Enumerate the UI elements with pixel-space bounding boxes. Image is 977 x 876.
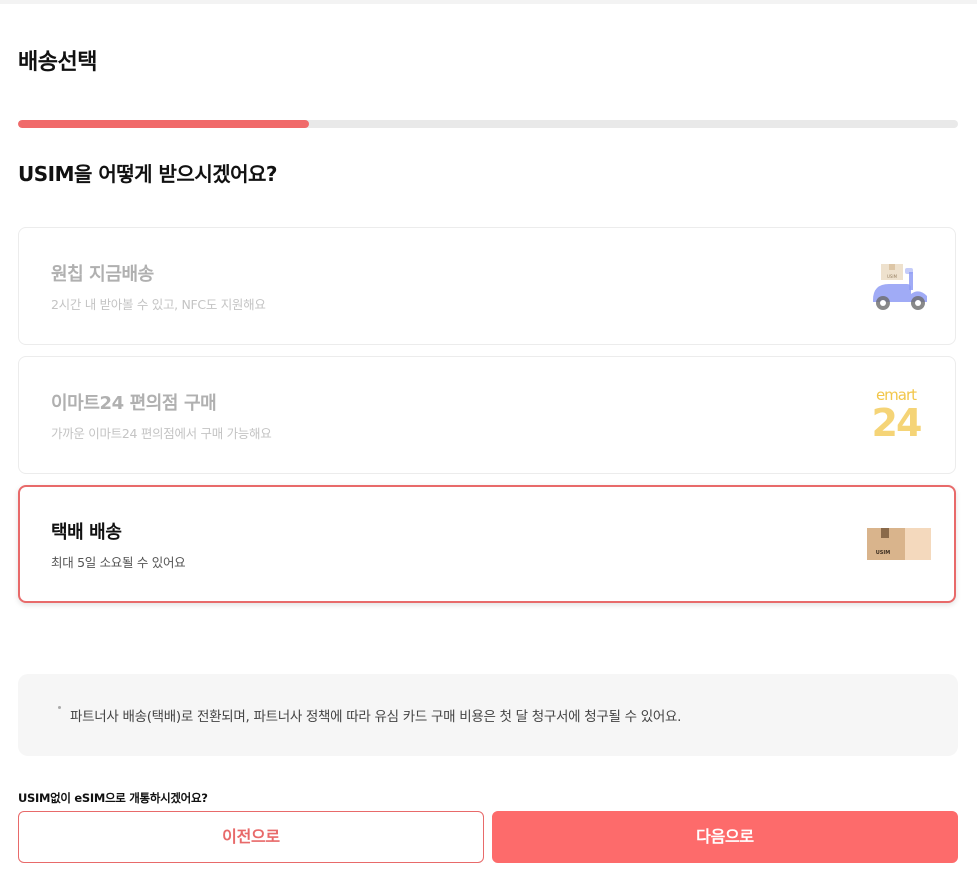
box-label: USIM — [876, 550, 891, 556]
previous-button[interactable]: 이전으로 — [18, 811, 484, 863]
notice-text: 파트너사 배송(택배)로 전환되며, 파트너사 정책에 따라 유심 카드 구매 … — [70, 709, 682, 725]
progress-bar-fill — [18, 120, 310, 128]
emart24-logo: emart 24 — [869, 387, 923, 445]
esim-activation-link[interactable]: USIM없이 eSIM으로 개통하시겠어요? — [18, 790, 208, 806]
option-emart24-purchase[interactable]: 이마트24 편의점 구매 가까운 이마트24 편의점에서 구매 가능해요 ema… — [18, 356, 956, 474]
option-parcel-delivery[interactable]: 택배 배송 최대 5일 소요될 수 있어요 USIM — [18, 485, 956, 603]
notice-box: 파트너사 배송(택배)로 전환되며, 파트너사 정책에 따라 유심 카드 구매 … — [18, 674, 958, 756]
option-onechip-now-delivery[interactable]: 원칩 지금배송 2시간 내 받아볼 수 있고, NFC도 지원해요 USIM — [18, 227, 956, 345]
option-description: 최대 5일 소요될 수 있어요 — [51, 555, 186, 570]
option-title: 택배 배송 — [51, 522, 122, 543]
top-divider — [0, 0, 977, 4]
scooter-delivery-icon: USIM — [867, 256, 931, 316]
option-description: 2시간 내 받아볼 수 있고, NFC도 지원해요 — [51, 297, 266, 312]
page-title: 배송선택 — [18, 50, 97, 75]
emart-logo-number: 24 — [871, 401, 923, 445]
delivery-question: USIM을 어떻게 받으시겠어요? — [18, 162, 278, 186]
progress-bar — [18, 120, 958, 128]
option-title: 원칩 지금배송 — [51, 264, 154, 285]
next-button[interactable]: 다음으로 — [492, 811, 958, 863]
usim-box-icon: USIM — [867, 514, 931, 574]
scooter-box-label: USIM — [887, 274, 898, 279]
option-description: 가까운 이마트24 편의점에서 구매 가능해요 — [51, 426, 272, 441]
option-title: 이마트24 편의점 구매 — [51, 393, 217, 414]
notice-bullet — [58, 706, 61, 709]
